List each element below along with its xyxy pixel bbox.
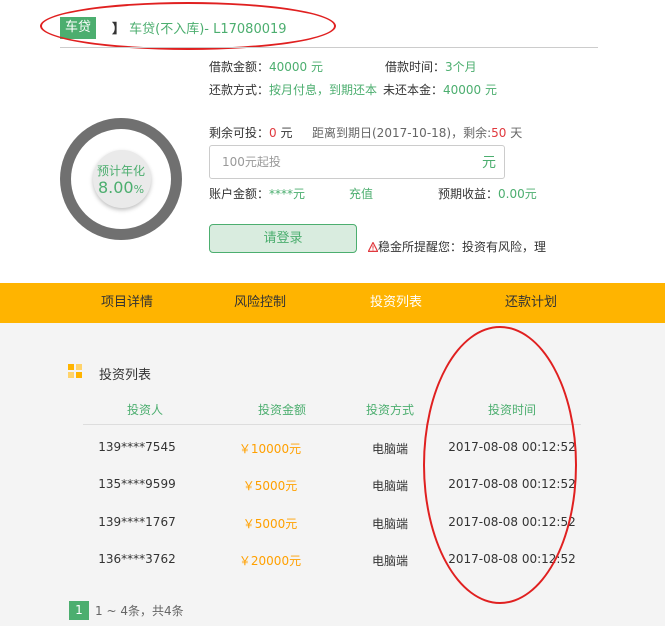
tab-risk-control[interactable]: 风险控制 — [200, 283, 320, 323]
col-method: 投资方式 — [365, 403, 414, 417]
account-label: 账户金额： — [209, 187, 270, 201]
remaining-invest: 剩余可投：0 元 — [209, 124, 293, 141]
input-unit: 元 — [482, 155, 496, 171]
remaining-invest-value: 0 — [269, 126, 277, 140]
rate-unit: % — [133, 183, 145, 196]
row-investor: 139****7545 — [98, 440, 176, 454]
loan-term-value: 3个月 — [445, 60, 477, 74]
project-title: 】 车贷(不入库)- L17080019 — [112, 18, 287, 37]
row-time: 2017-08-08 00:12:52 — [448, 515, 576, 529]
row-amount: ￥20000元 — [238, 554, 302, 568]
row-investor: 139****1767 — [98, 515, 176, 529]
page-summary: 1 ~ 4条，共4条 — [95, 604, 184, 618]
page-number-button[interactable]: 1 — [69, 601, 89, 620]
recharge-link[interactable]: 充值 — [349, 185, 373, 202]
invest-amount-field[interactable]: 元 — [209, 145, 505, 179]
tab-repay-plan[interactable]: 还款计划 — [471, 283, 591, 323]
row-time: 2017-08-08 00:12:52 — [448, 477, 576, 491]
col-investor: 投资人 — [126, 403, 163, 417]
col-time: 投资时间 — [487, 403, 536, 417]
login-button[interactable]: 请登录 — [209, 224, 357, 253]
account-value: ****元 — [269, 187, 306, 201]
row-method: 电脑端 — [371, 517, 408, 531]
detail-tab-bar: 项目详情 风险控制 投资列表 还款计划 — [0, 283, 665, 323]
expected-label: 预期收益： — [438, 187, 499, 201]
expected-value: 0.00元 — [498, 187, 537, 201]
list-title: 投资列表 — [99, 368, 152, 383]
loan-amount: 借款金额：40000 元 — [209, 58, 323, 75]
risk-text: 稳金所提醒您：投资有风险，理 — [378, 240, 547, 254]
repay-method-label: 还款方式： — [209, 83, 270, 97]
repay-method: 还款方式：按月付息，到期还本 — [209, 81, 377, 98]
row-investor: 135****9599 — [98, 477, 176, 491]
row-time: 2017-08-08 00:12:52 — [448, 440, 576, 454]
category-tag: 车贷 — [60, 17, 96, 39]
rate-label: 预计年化 — [96, 164, 145, 178]
remaining-principal: 未还本金：40000 元 — [383, 81, 497, 98]
deadline-info: 距离到期日(2017-10-18)，剩余:50 天 — [312, 124, 522, 141]
repay-method-value: 按月付息，到期还本 — [269, 83, 378, 97]
row-method: 电脑端 — [371, 479, 408, 493]
col-amount: 投资金额 — [257, 403, 306, 417]
remaining-invest-label: 剩余可投： — [209, 126, 270, 140]
header-divider-line — [83, 424, 581, 425]
row-method: 电脑端 — [371, 554, 408, 568]
tab-project-details[interactable]: 项目详情 — [67, 283, 187, 323]
remaining-invest-unit: 元 — [280, 126, 293, 140]
row-amount: ￥5000元 — [242, 517, 298, 531]
row-method: 电脑端 — [371, 442, 408, 456]
days-unit: 天 — [510, 126, 523, 140]
list-grid-icon — [68, 364, 83, 379]
risk-warning: 稳金所提醒您：投资有风险，理 — [367, 238, 547, 255]
rate-value: 8.00 — [97, 178, 134, 197]
loan-amount-value: 40000 元 — [269, 60, 324, 74]
remaining-principal-value: 40000 元 — [443, 83, 498, 97]
rate-value-wrap: 8.00% — [60, 178, 182, 197]
loan-amount-label: 借款金额： — [209, 60, 270, 74]
header-divider — [60, 47, 598, 48]
loan-term-label: 借款时间： — [385, 60, 446, 74]
invest-amount-input[interactable] — [220, 154, 474, 170]
row-investor: 136****3762 — [98, 552, 176, 566]
tab-invest-list[interactable]: 投资列表 — [336, 283, 456, 323]
row-amount: ￥5000元 — [242, 479, 298, 493]
title-text: 车贷(不入库)- L17080019 — [129, 22, 287, 37]
account-balance: 账户金额：****元 — [209, 185, 305, 202]
warning-icon — [367, 241, 379, 252]
rate-progress-ring: 预计年化 8.00% — [60, 118, 182, 240]
deadline-text: 距离到期日(2017-10-18)，剩余: — [312, 126, 492, 140]
row-time: 2017-08-08 00:12:52 — [448, 552, 576, 566]
days-left: 50 — [491, 126, 507, 140]
remaining-principal-label: 未还本金： — [383, 83, 444, 97]
loan-term: 借款时间：3个月 — [385, 58, 477, 75]
row-amount: ￥10000元 — [238, 442, 302, 456]
title-bracket: 】 — [112, 22, 126, 37]
expected-profit: 预期收益：0.00元 — [438, 185, 537, 202]
